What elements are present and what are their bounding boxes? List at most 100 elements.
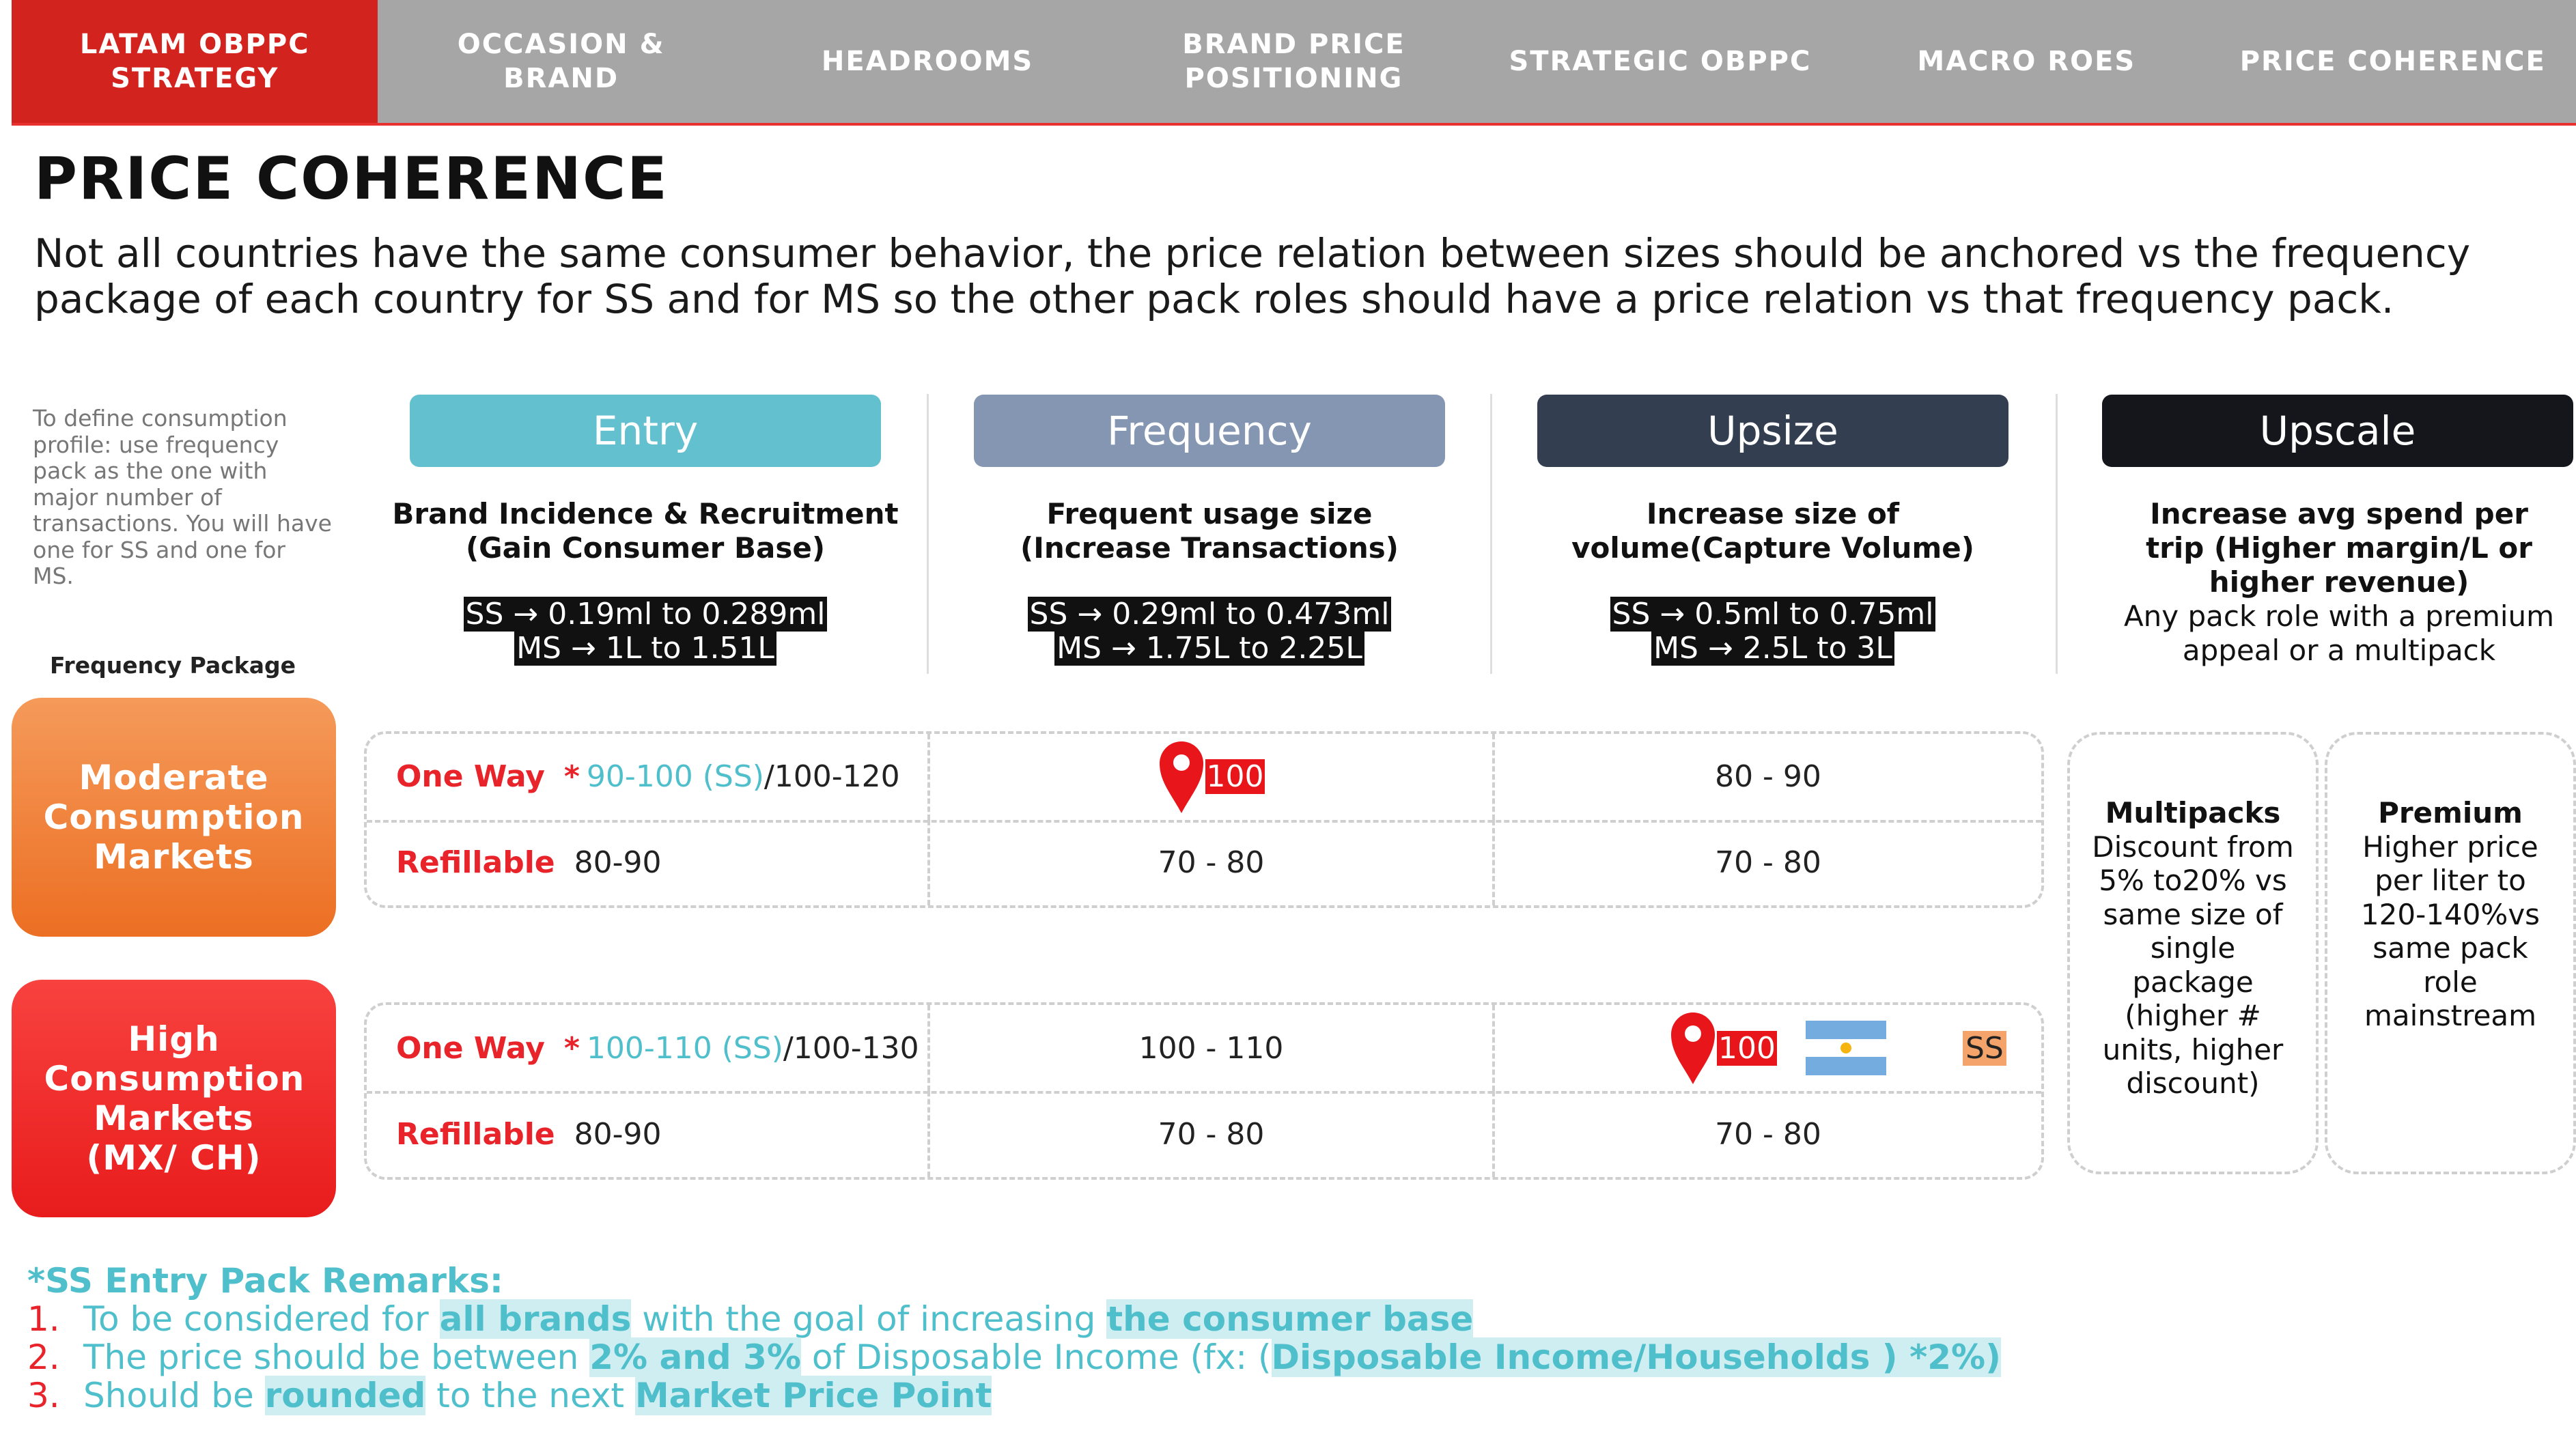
entry-desc-line1: Brand Incidence & Recruitment bbox=[392, 497, 899, 530]
entry-value: 80-90 bbox=[574, 845, 662, 880]
map-pin-icon bbox=[1158, 739, 1205, 814]
remark-segment: with the goal of increasing bbox=[631, 1299, 1107, 1339]
remark-text: The price should be between 2% and 3% of… bbox=[83, 1337, 2001, 1377]
frequency-ss-range: SS → 0.29ml to 0.473ml bbox=[1027, 597, 1392, 632]
multipacks-card: Multipacks Discount from 5% to20% vs sam… bbox=[2067, 732, 2319, 1174]
remark-highlight: 2% and 3% bbox=[589, 1337, 801, 1377]
refillable-label: Refillable bbox=[396, 1116, 555, 1152]
tab-label: HEADROOMS bbox=[821, 46, 1034, 77]
entry-header: Entry bbox=[410, 395, 881, 467]
entry-ss-range: SS → 0.19ml to 0.289ml bbox=[463, 597, 828, 632]
entry-cell: One Way * 100-110 (SS) /100-130 bbox=[367, 1005, 930, 1091]
frequency-value: 100 - 110 bbox=[1138, 1030, 1284, 1066]
frequency-value: 70 - 80 bbox=[1158, 1116, 1265, 1152]
tab-occasion-brand[interactable]: OCCASION & BRAND bbox=[378, 0, 744, 123]
remark-highlight: all brands bbox=[439, 1299, 632, 1339]
upsize-header-label: Upsize bbox=[1707, 408, 1838, 454]
frequency-cell: 70 - 80 bbox=[930, 819, 1495, 905]
remark-number: 2. bbox=[27, 1337, 60, 1377]
entry-cell: Refillable 80-90 bbox=[367, 819, 930, 905]
high-market-label: High Consumption Markets (MX/ CH) bbox=[44, 1019, 305, 1178]
frequency-package-label: Frequency Package bbox=[50, 652, 296, 679]
upscale-description: Increase avg spend per trip (Higher marg… bbox=[2117, 497, 2561, 668]
column-divider bbox=[2056, 394, 2058, 674]
remark-segment: to the next bbox=[425, 1376, 635, 1415]
upsize-desc-line1: Increase size of bbox=[1646, 497, 1900, 530]
remark-number: 3. bbox=[27, 1376, 60, 1415]
multipacks-text: Discount from 5% to20% vs same size of s… bbox=[2092, 830, 2294, 1101]
upsize-cell: 80 - 90 bbox=[1495, 734, 2041, 820]
frequency-value: 70 - 80 bbox=[1158, 845, 1265, 880]
refillable-label: Refillable bbox=[396, 845, 555, 880]
tab-label: STRATEGIC OBPPC bbox=[1509, 46, 1812, 77]
high-price-table: One Way * 100-110 (SS) /100-130 100 - 11… bbox=[364, 1002, 2044, 1180]
premium-title: Premium bbox=[2378, 796, 2523, 830]
frequency-header: Frequency bbox=[974, 395, 1445, 467]
remark-segment: Should be bbox=[83, 1376, 265, 1415]
upscale-header-label: Upscale bbox=[2259, 408, 2416, 454]
multipacks-title: Multipacks bbox=[2105, 796, 2281, 830]
frequency-ranges: SS → 0.29ml to 0.473ml MS → 1.75L to 2.2… bbox=[947, 597, 1472, 666]
premium-text: Higher price per liter to 120-140%vs sam… bbox=[2360, 830, 2540, 1033]
ss-entry-remarks: *SS Entry Pack Remarks: 1. To be consider… bbox=[27, 1262, 2001, 1415]
upsize-cell: 70 - 80 bbox=[1495, 820, 2041, 906]
tab-label: MACRO ROES bbox=[1917, 46, 2136, 77]
tab-label: PRICE COHERENCE bbox=[2239, 46, 2546, 77]
upsize-value: 80 - 90 bbox=[1715, 759, 1821, 795]
upscale-header: Upscale bbox=[2102, 395, 2573, 467]
frequency-anchor-value: 100 bbox=[1205, 759, 1265, 795]
entry-description: Brand Incidence & Recruitment (Gain Cons… bbox=[382, 497, 908, 565]
upsize-description: Increase size of volume(Capture Volume) bbox=[1510, 497, 2036, 565]
table-row: Refillable 80-90 70 - 80 70 - 80 bbox=[367, 1091, 2041, 1177]
table-row: One Way * 100-110 (SS) /100-130 100 - 11… bbox=[367, 1005, 2041, 1094]
upsize-cell: 70 - 80 bbox=[1495, 1091, 2041, 1177]
upsize-cell: 100 SS bbox=[1495, 1005, 2041, 1091]
entry-ms-range: MS → 1L to 1.51L bbox=[514, 631, 776, 666]
tab-brand-price-positioning[interactable]: BRAND PRICE POSITIONING bbox=[1110, 0, 1476, 123]
tab-headrooms[interactable]: HEADROOMS bbox=[744, 0, 1110, 123]
remark-number: 1. bbox=[27, 1299, 60, 1339]
entry-ss-value: 100-110 (SS) bbox=[586, 1030, 783, 1066]
remark-highlight: Market Price Point bbox=[634, 1376, 992, 1415]
upsize-value: 70 - 80 bbox=[1715, 845, 1821, 880]
entry-ranges: SS → 0.19ml to 0.289ml MS → 1L to 1.51L bbox=[382, 597, 908, 666]
tab-strategic-obppc[interactable]: STRATEGIC OBPPC bbox=[1477, 0, 1843, 123]
frequency-description: Frequent usage size (Increase Transactio… bbox=[947, 497, 1472, 565]
remark-item: 2. The price should be between 2% and 3% … bbox=[27, 1337, 2001, 1377]
side-note: To define consumption profile: use frequ… bbox=[33, 405, 332, 589]
tab-latam-obppc-strategy[interactable]: LATAM OBPPC STRATEGY bbox=[12, 0, 378, 123]
entry-rest-value: /100-130 bbox=[783, 1030, 919, 1066]
frequency-cell: 70 - 80 bbox=[930, 1091, 1495, 1177]
entry-ss-value: 90-100 (SS) bbox=[586, 759, 764, 795]
tab-macro-roes[interactable]: MACRO ROES bbox=[1843, 0, 2209, 123]
upsize-ss-range: SS → 0.5ml to 0.75ml bbox=[1610, 597, 1936, 632]
entry-cell: One Way * 90-100 (SS) /100-120 bbox=[367, 734, 930, 820]
moderate-consumption-markets-box: Moderate Consumption Markets bbox=[12, 698, 336, 937]
upsize-ms-range: MS → 2.5L to 3L bbox=[1651, 631, 1894, 666]
tab-price-coherence[interactable]: PRICE COHERENCE bbox=[2210, 0, 2576, 123]
ss-tag: SS bbox=[1962, 1030, 2006, 1066]
tab-label: OCCASION & BRAND bbox=[457, 29, 665, 94]
entry-desc-line2: (Gain Consumer Base) bbox=[465, 531, 826, 565]
remark-item: 1. To be considered for all brands with t… bbox=[27, 1299, 2001, 1339]
table-row: One Way * 90-100 (SS) /100-120 100 80 - … bbox=[367, 734, 2041, 823]
remark-item: 3. Should be rounded to the next Market P… bbox=[27, 1376, 2001, 1415]
upscale-desc-line2: Any pack role with a premium appeal or a… bbox=[2123, 599, 2555, 667]
argentina-flag-icon bbox=[1805, 1021, 1886, 1075]
remark-segment: of Disposable Income (fx: ( bbox=[800, 1337, 1272, 1377]
map-pin-icon bbox=[1669, 1010, 1717, 1086]
remark-highlight: rounded bbox=[264, 1376, 426, 1415]
moderate-price-table: One Way * 90-100 (SS) /100-120 100 80 - … bbox=[364, 731, 2044, 908]
remark-star: * bbox=[563, 1030, 580, 1066]
page-title: PRICE COHERENCE bbox=[34, 145, 669, 213]
remark-segment: To be considered for bbox=[83, 1299, 440, 1339]
remark-highlight: Disposable Income/Households ) *2%) bbox=[1271, 1337, 2001, 1377]
frequency-desc-line2: (Increase Transactions) bbox=[1020, 531, 1399, 565]
entry-rest-value: /100-120 bbox=[764, 759, 900, 795]
entry-cell: Refillable 80-90 bbox=[367, 1091, 930, 1177]
moderate-market-label: Moderate Consumption Markets bbox=[43, 758, 305, 877]
remarks-list: 1. To be considered for all brands with t… bbox=[27, 1299, 2001, 1415]
entry-value: 80-90 bbox=[574, 1116, 662, 1152]
remark-text: Should be rounded to the next Market Pri… bbox=[83, 1376, 992, 1415]
remark-segment: The price should be between bbox=[83, 1337, 590, 1377]
